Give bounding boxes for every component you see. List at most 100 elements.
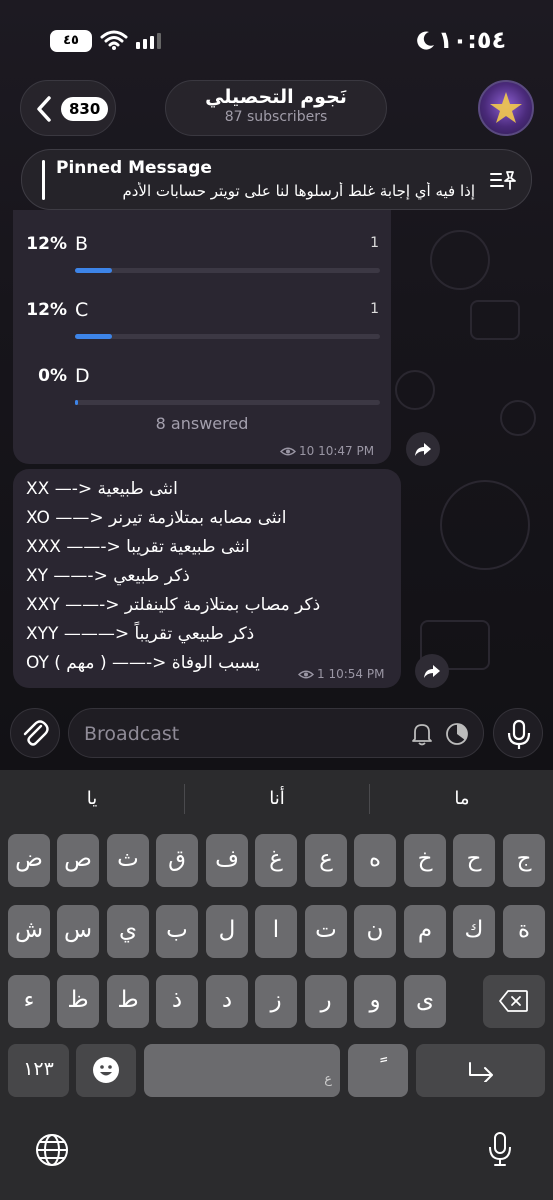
status-time: ١٠:٥٤ (438, 26, 507, 54)
subscriber-count: 87 subscribers (224, 109, 328, 125)
key[interactable]: ل (206, 905, 248, 958)
poll-option-label: C (75, 299, 89, 321)
cellular-signal-icon (136, 33, 161, 49)
key[interactable]: ر (305, 975, 347, 1028)
key[interactable]: ى (404, 975, 446, 1028)
key[interactable]: ظ (57, 975, 99, 1028)
message-input-bar: Broadcast (0, 706, 553, 762)
key[interactable]: ض (8, 834, 50, 887)
key[interactable]: ز (255, 975, 297, 1028)
moon-icon (417, 31, 434, 50)
key[interactable]: ذ (156, 975, 198, 1028)
poll-option-c[interactable]: 12% C 1 (13, 286, 391, 339)
delete-key[interactable] (483, 975, 545, 1028)
star-icon (490, 92, 522, 123)
key[interactable]: ن (354, 905, 396, 958)
emoji-icon (93, 1057, 119, 1083)
key[interactable]: ف (206, 834, 248, 887)
tanween-key[interactable]: ً (348, 1044, 408, 1097)
dictation-microphone-icon[interactable] (486, 1130, 514, 1168)
numbers-key[interactable]: ١٢٣ (8, 1044, 69, 1097)
broadcast-input[interactable]: Broadcast (68, 708, 484, 758)
key[interactable]: ء (8, 975, 50, 1028)
key[interactable]: د (206, 975, 248, 1028)
key[interactable]: ط (107, 975, 149, 1028)
keyboard: يا أنا ما ض ص ث ق ف غ ع ه خ ح ج ش س ي ب … (0, 770, 553, 1200)
pinned-text: إذا فيه أي إجابة غلط أرسلوها لنا على توي… (122, 182, 475, 200)
pin-list-icon[interactable] (489, 168, 517, 192)
key[interactable]: ه (354, 834, 396, 887)
channel-name: نَجوم التحصيلي (205, 86, 347, 108)
channel-avatar[interactable] (478, 80, 534, 136)
bell-icon[interactable] (411, 722, 433, 746)
message-meta: 10 10:47 PM (280, 444, 374, 458)
poll-option-percent: 0% (38, 366, 67, 386)
poll-option-count: 1 (370, 301, 379, 317)
suggestion-3[interactable]: ما (370, 770, 553, 830)
poll-answered-count[interactable]: 8 answered (13, 414, 391, 433)
timer-icon[interactable] (445, 722, 469, 746)
message-meta: 1 10:54 PM (298, 667, 384, 681)
poll-option-b[interactable]: 12% B 1 (13, 220, 391, 273)
suggestion-1[interactable]: يا (0, 770, 184, 830)
key[interactable]: م (404, 905, 446, 958)
key[interactable]: ث (107, 834, 149, 887)
share-button[interactable] (415, 654, 449, 688)
return-key[interactable] (416, 1044, 545, 1097)
key[interactable]: ش (8, 905, 50, 958)
key[interactable]: خ (404, 834, 446, 887)
share-button[interactable] (406, 432, 440, 466)
chat-header: 830 نَجوم التحصيلي 87 subscribers (0, 78, 553, 140)
back-button[interactable]: 830 (20, 80, 116, 136)
key[interactable]: ق (156, 834, 198, 887)
pinned-indicator (42, 160, 45, 200)
key[interactable]: ح (453, 834, 495, 887)
share-arrow-icon (415, 443, 431, 456)
poll-option-label: B (75, 233, 89, 255)
key[interactable]: ع (305, 834, 347, 887)
space-key[interactable]: ع (144, 1044, 340, 1097)
message-line: XXY ——-> ذكر مصاب بمتلازمة كلينفلتر (26, 595, 321, 615)
message-time: 10:47 PM (318, 444, 375, 458)
eye-icon (298, 670, 314, 679)
message-line: XYY ———> ذكر طبيعي تقريباً (26, 624, 255, 644)
paperclip-icon (23, 720, 49, 746)
globe-icon[interactable] (34, 1132, 70, 1168)
chevron-left-icon (37, 96, 51, 122)
poll-option-bar (75, 400, 380, 405)
key[interactable]: ك (453, 905, 495, 958)
key[interactable]: ص (57, 834, 99, 887)
poll-option-bar-fill (75, 268, 112, 273)
poll-option-bar-fill (75, 334, 112, 339)
key[interactable]: ة (503, 905, 545, 958)
message-line: XXX ——-> انثى طبيعية تقريبا (26, 537, 250, 557)
wifi-icon (100, 30, 128, 50)
channel-title-button[interactable]: نَجوم التحصيلي 87 subscribers (165, 80, 387, 136)
backspace-icon (499, 990, 528, 1012)
poll-option-label: D (75, 365, 90, 387)
broadcast-placeholder: Broadcast (84, 723, 180, 745)
view-count: 10 (299, 444, 315, 458)
key[interactable]: ج (503, 834, 545, 887)
return-arrow-icon (468, 1062, 493, 1083)
key[interactable]: ت (305, 905, 347, 958)
suggestion-2[interactable]: أنا (185, 770, 369, 830)
poll-option-d[interactable]: 0% D (13, 352, 391, 405)
view-count: 1 (317, 667, 325, 681)
poll-option-percent: 12% (26, 234, 67, 254)
share-arrow-icon (424, 665, 440, 678)
message-line: OY ( مهم ) ——-> يسبب الوفاة (26, 653, 260, 673)
key[interactable]: ي (107, 905, 149, 958)
emoji-key[interactable] (76, 1044, 136, 1097)
key[interactable]: ا (255, 905, 297, 958)
key[interactable]: س (57, 905, 99, 958)
pinned-title: Pinned Message (56, 158, 212, 178)
key[interactable]: و (354, 975, 396, 1028)
key[interactable]: ب (156, 905, 198, 958)
key[interactable]: غ (255, 834, 297, 887)
pinned-message-bar[interactable]: Pinned Message إذا فيه أي إجابة غلط أرسل… (21, 149, 532, 210)
message-line: XO ——> انثى مصابه بمتلازمة تيرنر (26, 508, 287, 528)
voice-record-button[interactable] (493, 708, 543, 758)
unread-count-badge: 830 (61, 97, 109, 121)
attach-button[interactable] (10, 708, 60, 758)
